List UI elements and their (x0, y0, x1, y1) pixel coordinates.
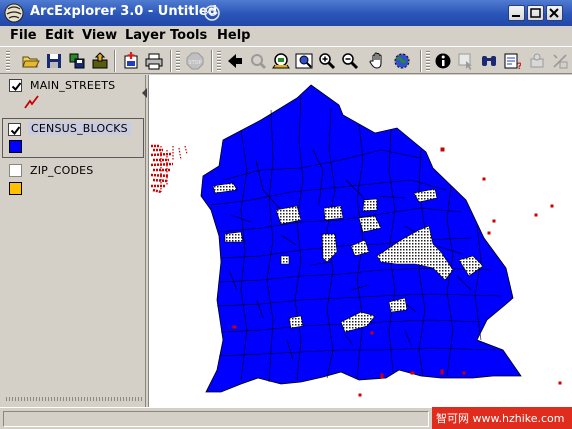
query-icon: ? (504, 53, 521, 70)
measure-icon (530, 53, 544, 68)
menu-tools[interactable]: Tools (170, 28, 207, 43)
toolbar-separator (114, 50, 116, 72)
checkmark-icon (11, 82, 22, 92)
query-button[interactable]: ? (501, 50, 523, 72)
zoom-out-icon (342, 53, 359, 70)
find-icon (482, 56, 496, 66)
layer-name: MAIN_STREETS (30, 79, 116, 92)
layer-visibility-checkbox[interactable] (9, 79, 22, 92)
line-symbol-icon (24, 95, 39, 109)
layer-name: ZIP_CODES (30, 164, 94, 177)
stop-button[interactable]: STOP (184, 50, 206, 72)
pan-button[interactable] (366, 50, 388, 72)
maximize-icon (530, 8, 541, 18)
globe-button[interactable] (391, 50, 413, 72)
zoom-next-icon (251, 54, 267, 70)
add-layer-button[interactable] (120, 50, 142, 72)
toolbar-separator (170, 50, 172, 72)
layer-entry-main-streets[interactable]: MAIN_STREETS (2, 75, 144, 117)
globe-icon (394, 53, 410, 69)
export-button[interactable] (89, 50, 111, 72)
print-button[interactable] (143, 50, 165, 72)
save-button[interactable] (43, 50, 65, 72)
hotlink-button[interactable] (549, 50, 571, 72)
print-setup-icon (69, 53, 85, 69)
open-button[interactable] (20, 50, 42, 72)
identify-button[interactable] (432, 50, 454, 72)
close-button[interactable] (546, 5, 563, 21)
open-icon (22, 56, 40, 68)
maximize-button[interactable] (527, 5, 544, 21)
layer-entry-zip-codes[interactable]: ZIP_CODES (2, 161, 144, 201)
toolbar-separator (420, 50, 422, 72)
select-icon (458, 53, 472, 70)
layer-visibility-checkbox[interactable] (8, 123, 21, 136)
svg-text:?: ? (517, 62, 521, 70)
layer-name: CENSUS_BLOCKS (28, 122, 131, 135)
zoom-active-layer-button[interactable] (293, 50, 315, 72)
zoom-in-icon (319, 53, 336, 70)
status-field (3, 411, 429, 427)
swirl-icon (204, 5, 220, 21)
arcexplorer-globe-icon (4, 3, 24, 23)
menu-file[interactable]: File (10, 28, 37, 43)
zoom-active-layer-icon (295, 53, 313, 69)
menu-edit[interactable]: Edit (45, 28, 74, 43)
toolbar-grip[interactable] (176, 51, 180, 71)
legend-resize-grip[interactable] (6, 397, 142, 401)
pan-icon (369, 52, 382, 69)
menu-help[interactable]: Help (217, 28, 250, 43)
minimize-icon (512, 15, 520, 17)
find-button[interactable] (478, 50, 500, 72)
export-icon (92, 52, 108, 69)
full-extent-icon (272, 53, 290, 69)
fill-symbol-swatch (9, 140, 22, 153)
zoom-in-button[interactable] (316, 50, 338, 72)
census-blocks-map[interactable] (149, 75, 572, 407)
print-setup-button[interactable] (66, 50, 88, 72)
layer-entry-census-blocks[interactable]: CENSUS_BLOCKS (2, 118, 144, 158)
layer-legend: MAIN_STREETS CENSUS_BLOCKS ZIP_CODES (2, 75, 146, 407)
layer-visibility-checkbox[interactable] (9, 164, 22, 177)
menu-layer[interactable]: Layer (125, 28, 165, 43)
save-icon (47, 54, 61, 68)
hotlink-icon (553, 54, 568, 69)
map-view[interactable] (148, 75, 572, 407)
watermark: 智可网 www.hzhike.com (432, 407, 572, 429)
measure-button[interactable] (526, 50, 548, 72)
census-blocks-polygon[interactable] (200, 84, 522, 393)
full-extent-button[interactable] (270, 50, 292, 72)
zoom-out-button[interactable] (339, 50, 361, 72)
menu-bar: File Edit View Layer Tools Help (0, 26, 572, 46)
svg-text:STOP: STOP (188, 60, 201, 66)
identify-icon (435, 53, 451, 69)
zoom-next-button[interactable] (247, 50, 269, 72)
zoom-previous-icon (228, 54, 242, 68)
watermark-text: 智可网 www.hzhike.com (436, 412, 565, 425)
select-button[interactable] (455, 50, 477, 72)
fill-symbol-swatch (9, 182, 22, 195)
checkmark-icon (10, 126, 21, 136)
minimize-button[interactable] (508, 5, 525, 21)
zoom-previous-button[interactable] (224, 50, 246, 72)
toolbar-grip[interactable] (426, 51, 430, 71)
toolbar-grip[interactable] (6, 51, 10, 71)
toolbar-separator (211, 50, 213, 72)
window-title: ArcExplorer 3.0 - Untitled (30, 4, 218, 19)
close-icon (549, 8, 559, 18)
add-layer-icon (124, 52, 138, 69)
menu-view[interactable]: View (82, 28, 117, 43)
title-bar[interactable]: ArcExplorer 3.0 - Untitled (0, 0, 572, 26)
toolbar-grip[interactable] (217, 51, 221, 71)
toolbar: STOP ? (0, 46, 572, 74)
stop-icon: STOP (186, 52, 204, 70)
print-icon (145, 53, 163, 70)
